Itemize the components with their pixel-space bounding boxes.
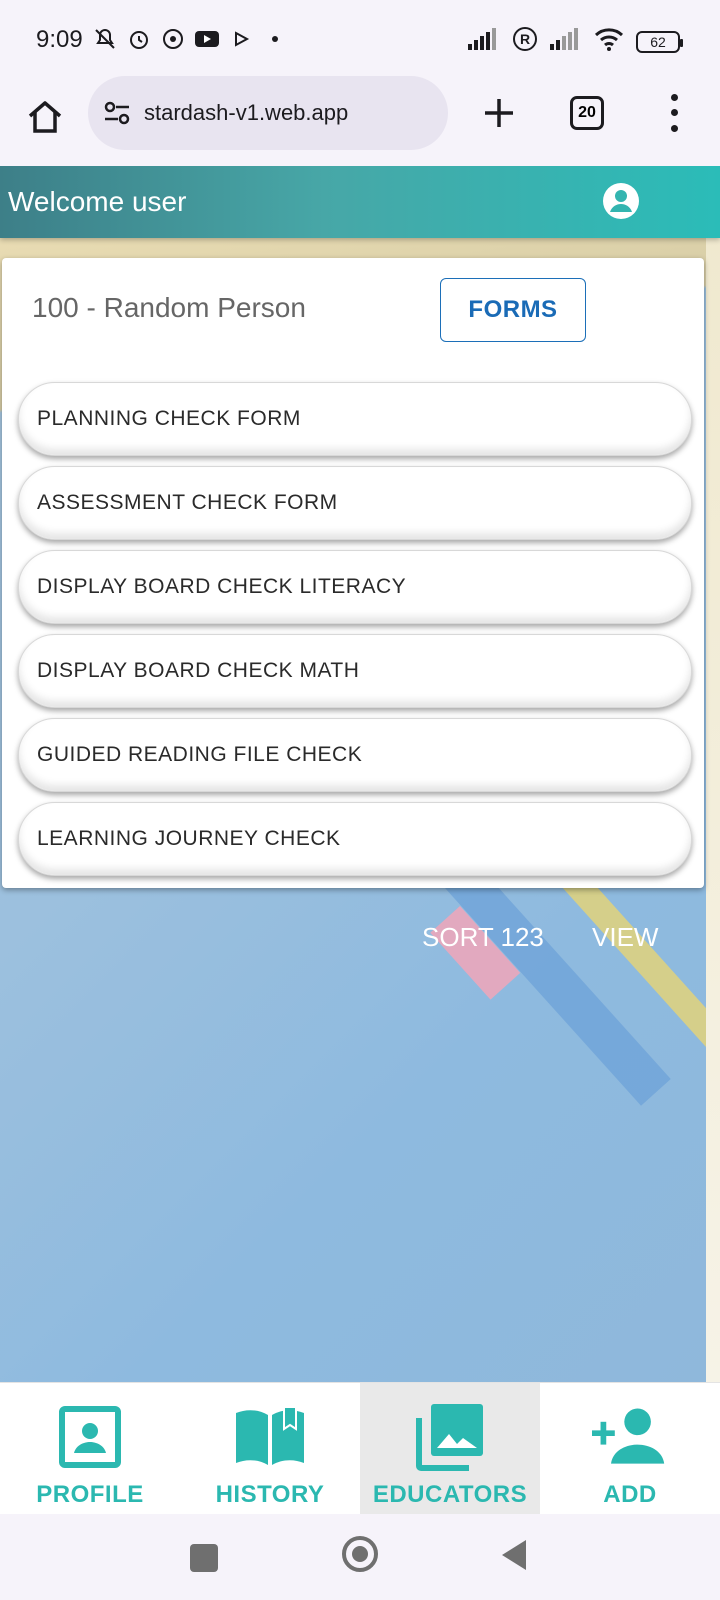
system-navigation-bar bbox=[0, 1514, 720, 1600]
form-item-guided-reading[interactable]: GUIDED READING FILE CHECK bbox=[18, 718, 692, 792]
roaming-icon: R bbox=[512, 26, 538, 57]
battery-icon: 62 bbox=[636, 30, 683, 53]
status-right: R 62 bbox=[468, 26, 683, 57]
form-item-planning-check[interactable]: PLANNING CHECK FORM bbox=[18, 382, 692, 456]
whatsapp-icon bbox=[160, 26, 186, 52]
alarm-icon bbox=[126, 26, 152, 52]
nav-educators[interactable]: EDUCATORS bbox=[360, 1383, 540, 1515]
photo-library-icon bbox=[412, 1399, 488, 1475]
web-content: Welcome user 100 - Random Person FORMS P… bbox=[0, 166, 720, 1382]
play-icon bbox=[228, 26, 254, 52]
back-button[interactable] bbox=[502, 1540, 526, 1570]
home-circle-icon bbox=[352, 1546, 368, 1562]
nav-profile[interactable]: PROFILE bbox=[0, 1383, 180, 1515]
more-dots-icon bbox=[670, 94, 678, 102]
app-header: Welcome user bbox=[0, 166, 720, 238]
tab-switcher-button[interactable]: 20 bbox=[570, 96, 604, 130]
nav-history[interactable]: HISTORY bbox=[180, 1383, 360, 1515]
bottom-navigation: PROFILE HISTORY EDUCATORS ADD bbox=[0, 1382, 720, 1515]
form-item-assessment-check[interactable]: ASSESSMENT CHECK FORM bbox=[18, 466, 692, 540]
signal-icon bbox=[468, 28, 500, 55]
site-settings-icon[interactable] bbox=[102, 98, 132, 128]
form-item-learning-journey[interactable]: LEARNING JOURNEY CHECK bbox=[18, 802, 692, 876]
form-item-display-board-literacy[interactable]: DISPLAY BOARD CHECK LITERACY bbox=[18, 550, 692, 624]
svg-text:R: R bbox=[520, 31, 530, 47]
form-list: PLANNING CHECK FORM ASSESSMENT CHECK FOR… bbox=[18, 382, 692, 886]
plus-icon bbox=[485, 99, 513, 127]
forms-button[interactable]: FORMS bbox=[440, 278, 586, 342]
forms-card: 100 - Random Person FORMS PLANNING CHECK… bbox=[2, 258, 704, 888]
address-bar[interactable]: stardash-v1.web.app bbox=[88, 76, 448, 150]
sort-button[interactable]: SORT 123 bbox=[422, 922, 544, 953]
home-icon bbox=[28, 101, 62, 133]
nav-label: EDUCATORS bbox=[372, 1481, 528, 1508]
notification-icons bbox=[92, 26, 288, 52]
nav-label: ADD bbox=[603, 1481, 657, 1508]
nav-label: HISTORY bbox=[215, 1481, 325, 1508]
recents-button[interactable] bbox=[190, 1544, 218, 1572]
nav-label: PROFILE bbox=[36, 1481, 144, 1508]
battery-level: 62 bbox=[650, 33, 666, 50]
nav-add[interactable]: ADD bbox=[540, 1383, 720, 1515]
book-icon bbox=[232, 1399, 308, 1475]
form-item-display-board-math[interactable]: DISPLAY BOARD CHECK MATH bbox=[18, 634, 692, 708]
more-menu-button[interactable] bbox=[660, 90, 688, 136]
home-button[interactable] bbox=[22, 94, 68, 140]
account-circle-icon[interactable] bbox=[602, 182, 640, 220]
view-button[interactable]: VIEW bbox=[592, 922, 658, 953]
wifi-icon bbox=[594, 27, 624, 56]
signal-icon bbox=[550, 28, 582, 55]
url-text: stardash-v1.web.app bbox=[144, 100, 349, 125]
mute-icon bbox=[92, 26, 118, 52]
person-add-icon bbox=[592, 1399, 668, 1475]
contact-card-icon bbox=[52, 1399, 128, 1475]
system-home-button[interactable] bbox=[342, 1536, 378, 1572]
educator-name: 100 - Random Person bbox=[32, 292, 306, 323]
new-tab-button[interactable] bbox=[476, 90, 522, 136]
status-time: 9:09 bbox=[36, 26, 83, 53]
status-bar: 9:09 R 62 bbox=[0, 0, 720, 76]
browser-toolbar: stardash-v1.web.app 20 bbox=[0, 76, 720, 166]
youtube-icon bbox=[194, 26, 220, 52]
page-title: Welcome user bbox=[8, 186, 187, 217]
dot-icon bbox=[262, 26, 288, 52]
